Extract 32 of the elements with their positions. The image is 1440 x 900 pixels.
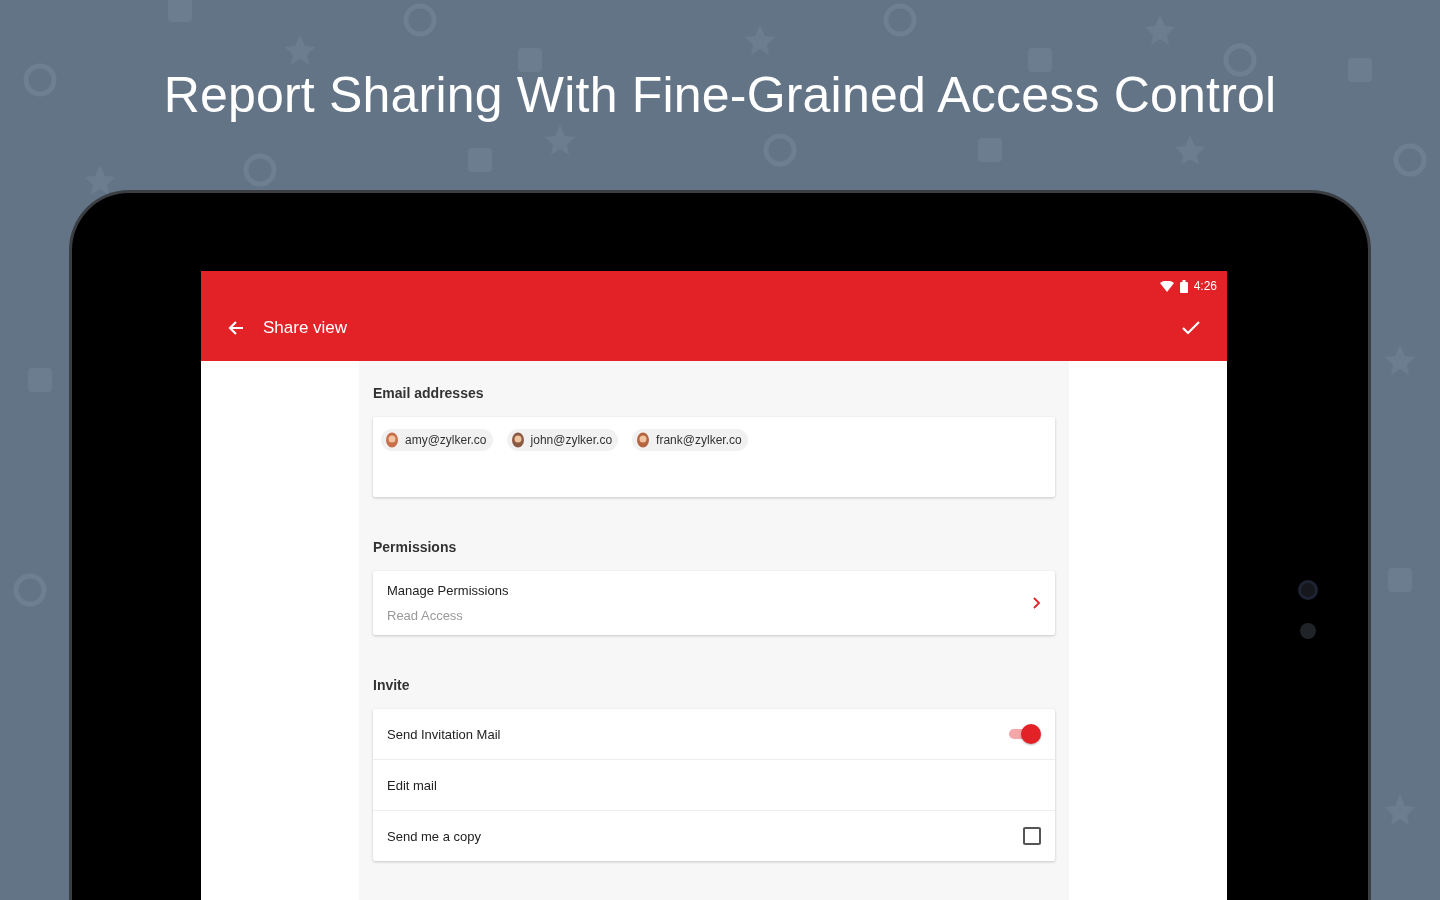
check-button[interactable] <box>1181 320 1201 336</box>
permissions-value: Read Access <box>387 608 464 623</box>
back-button[interactable] <box>227 319 245 337</box>
email-chip[interactable]: frank@zylker.co <box>632 429 748 451</box>
wifi-icon <box>1159 280 1174 292</box>
email-address: john@zylker.co <box>530 433 613 447</box>
avatar-icon <box>510 432 525 448</box>
status-time: 4:26 <box>1193 279 1217 293</box>
chevron-icon <box>1033 597 1041 609</box>
email-address: frank@zylker.co <box>656 433 742 447</box>
toggle-switch[interactable] <box>1007 723 1041 745</box>
sensor-dot <box>1300 623 1316 639</box>
email-chip[interactable]: amy@zylker.co <box>381 429 493 451</box>
option-label: Send Invitation Mail <box>387 726 502 742</box>
battery-icon <box>1179 279 1188 293</box>
avatar-icon <box>636 432 651 448</box>
section-label: Email addresses <box>373 385 485 401</box>
star-icon <box>85 165 115 195</box>
email-field[interactable]: amy@zylker.co john@zylker.co frank@zylker.co <box>373 417 1055 497</box>
avatar-icon <box>385 432 399 448</box>
headline: Report Sharing With Fine-Grained Access Control <box>163 66 1277 124</box>
permissions-title: Manage Permissions <box>387 583 510 598</box>
edit-mail-link[interactable]: Edit mail <box>387 777 1041 793</box>
section-label: Invite <box>373 677 411 693</box>
toolbar-title: Share view <box>263 318 349 338</box>
camera-lens <box>1298 580 1318 600</box>
email-chip[interactable]: john@zylker.co <box>506 429 619 451</box>
checkbox[interactable] <box>1023 827 1041 845</box>
section-label: Permissions <box>373 539 458 555</box>
option-label: Send me a copy <box>387 828 482 844</box>
permissions-item[interactable]: Manage Permissions Read Access <box>373 571 1055 635</box>
email-address: amy@zylker.co <box>405 433 487 447</box>
